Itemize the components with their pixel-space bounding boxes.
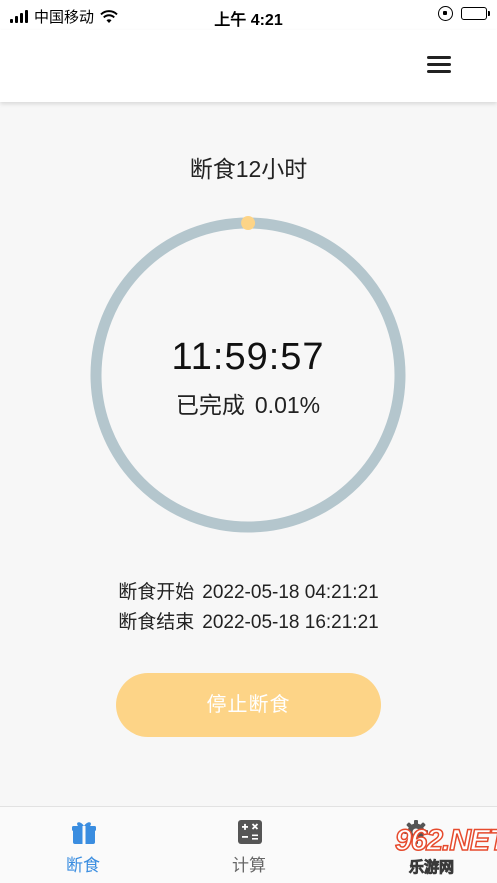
screen: 中国移动 上午 4:21 断食12小时 11:59:57 已完成 0.01% 断… bbox=[0, 0, 497, 883]
progress-text: 已完成 0.01% bbox=[89, 386, 407, 420]
hamburger-menu-icon[interactable] bbox=[427, 54, 453, 74]
status-right bbox=[438, 6, 490, 21]
tab-fasting[interactable]: 断食 bbox=[0, 807, 166, 883]
status-time: 上午 4:21 bbox=[214, 12, 283, 29]
fast-start-time: 2022-05-18 04:21:21 bbox=[202, 582, 379, 603]
watermark-sub: 乐游网 bbox=[409, 859, 455, 877]
progress-ring: 11:59:57 已完成 0.01% bbox=[89, 216, 407, 534]
fast-end-row: 断食结束 2022-05-18 16:21:21 bbox=[0, 608, 497, 638]
tab-calculate[interactable]: 计算 bbox=[166, 807, 332, 883]
app-header bbox=[0, 30, 497, 102]
progress-label: 已完成 bbox=[175, 392, 245, 418]
status-bar: 中国移动 上午 4:21 bbox=[0, 0, 497, 30]
progress-percent: 0.01% bbox=[254, 392, 321, 418]
tab-fasting-label: 断食 bbox=[66, 856, 100, 875]
fast-times: 断食开始 2022-05-18 04:21:21 断食结束 2022-05-18 1… bbox=[0, 578, 497, 638]
calculator-icon bbox=[238, 820, 262, 844]
stop-fasting-button[interactable]: 停止断食 bbox=[116, 673, 381, 737]
fast-end-label: 断食结束 bbox=[118, 612, 195, 633]
site-watermark-logo: 962.NET 乐游网 bbox=[363, 818, 497, 877]
fast-start-row: 断食开始 2022-05-18 04:21:21 bbox=[0, 578, 497, 608]
battery-icon bbox=[461, 7, 490, 20]
plan-title: 断食12小时 bbox=[189, 156, 308, 182]
fast-end-time: 2022-05-18 16:21:21 bbox=[202, 612, 379, 633]
countdown-timer: 11:59:57 bbox=[171, 336, 325, 378]
watermark-main: 962.NET bbox=[394, 823, 497, 858]
ring-progress-marker bbox=[241, 216, 256, 230]
orientation-lock-icon bbox=[438, 6, 453, 21]
fast-start-label: 断食开始 bbox=[118, 582, 195, 603]
gift-icon bbox=[72, 822, 96, 844]
tab-calculate-label: 计算 bbox=[232, 856, 266, 875]
